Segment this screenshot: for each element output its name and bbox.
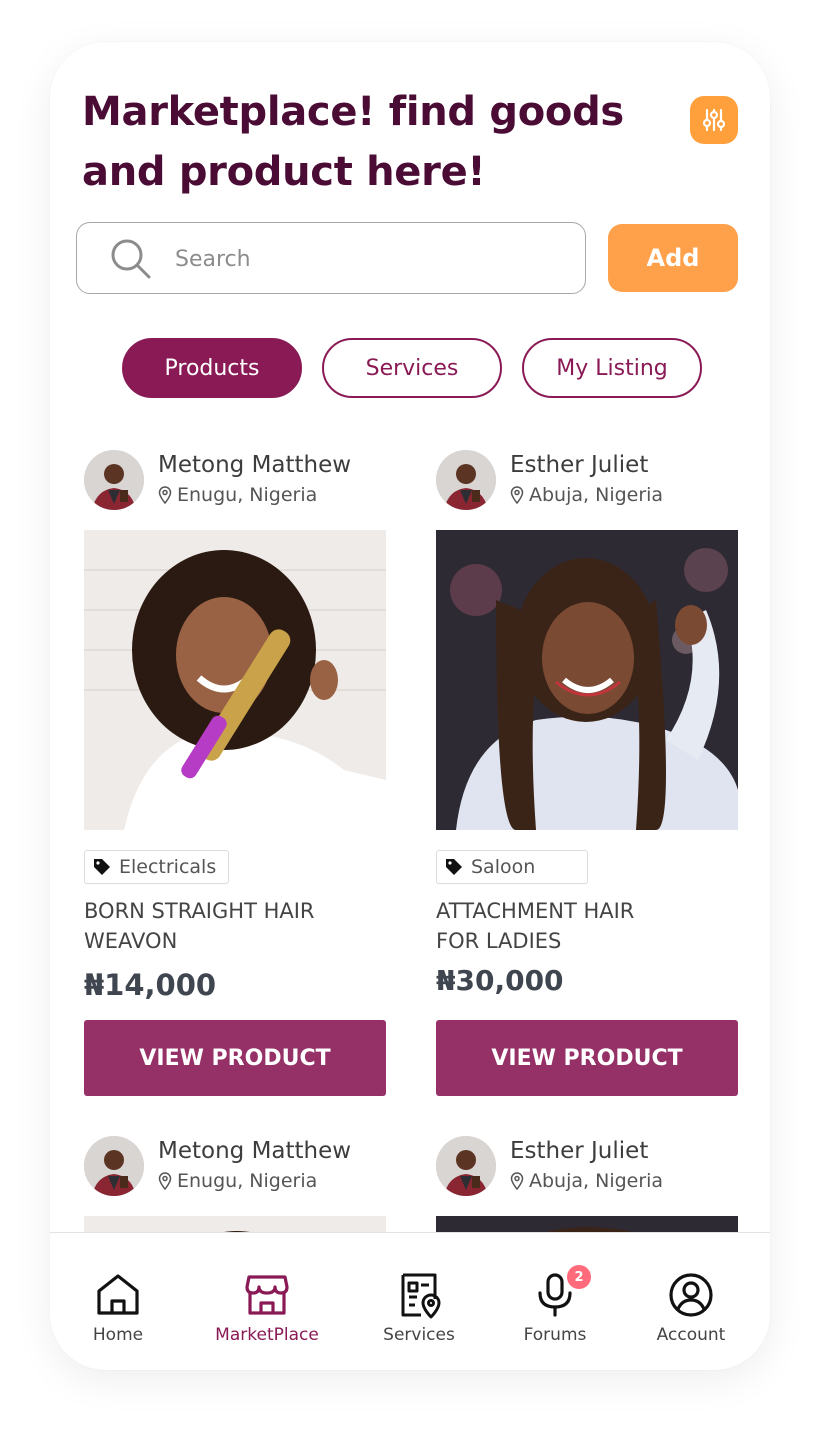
nav-label-home: Home xyxy=(92,1325,144,1345)
seller-name: Metong Matthew xyxy=(158,452,352,478)
view-product-button[interactable]: VIEW PRODUCT xyxy=(436,1020,738,1096)
nav-account[interactable]: Account xyxy=(631,1271,751,1345)
location-pin-icon xyxy=(510,1172,524,1190)
seller-location: Abuja, Nigeria xyxy=(510,484,663,506)
filter-sliders-icon xyxy=(702,108,726,132)
location-pin-icon xyxy=(158,486,172,504)
nav-marketplace[interactable]: MarketPlace xyxy=(207,1271,327,1345)
location-text: Abuja, Nigeria xyxy=(529,1170,664,1192)
nav-label-marketplace: MarketPlace xyxy=(215,1325,319,1345)
product-price: ₦14,000 xyxy=(84,968,217,1002)
tab-products[interactable]: Products xyxy=(122,338,302,398)
seller-avatar xyxy=(84,1136,144,1196)
page-title: Marketplace! find goods and product here… xyxy=(82,89,624,195)
product-title: BORN STRAIGHT HAIR WEAVON xyxy=(84,899,315,953)
location-text: Abuja, Nigeria xyxy=(529,484,664,506)
services-icon xyxy=(401,1273,441,1319)
product-price: ₦30,000 xyxy=(436,964,564,997)
seller-name: Esther Juliet xyxy=(510,452,649,478)
product-image[interactable] xyxy=(436,530,738,830)
notification-badge: 2 xyxy=(567,1265,591,1289)
bottom-navigation: Home MarketPlace Services 2 Forums Accou… xyxy=(50,1232,770,1370)
category-label: Electricals xyxy=(119,856,217,878)
tag-icon xyxy=(94,859,110,875)
seller-name: Metong Matthew xyxy=(158,1138,352,1164)
location-text: Enugu, Nigeria xyxy=(177,484,318,506)
nav-label-account: Account xyxy=(656,1325,726,1345)
add-button[interactable]: Add xyxy=(608,224,738,292)
nav-services[interactable]: Services xyxy=(359,1271,479,1345)
nav-home[interactable]: Home xyxy=(58,1271,178,1345)
tab-my-listing[interactable]: My Listing xyxy=(522,338,702,398)
seller-location: Abuja, Nigeria xyxy=(510,1170,663,1192)
filter-button[interactable] xyxy=(690,96,738,144)
product-image[interactable] xyxy=(84,530,386,830)
account-icon xyxy=(669,1273,713,1317)
product-title: ATTACHMENT HAIR FOR LADIES xyxy=(436,899,635,953)
seller-avatar xyxy=(436,1136,496,1196)
seller-name: Esther Juliet xyxy=(510,1138,649,1164)
view-product-button[interactable]: VIEW PRODUCT xyxy=(84,1020,386,1096)
marketplace-screen: Marketplace! find goods and product here… xyxy=(50,42,770,1370)
location-pin-icon xyxy=(158,1172,172,1190)
category-tag: Electricals xyxy=(84,850,230,884)
search-icon xyxy=(111,239,151,279)
nav-forums[interactable]: 2 Forums xyxy=(495,1265,615,1345)
tab-services[interactable]: Services xyxy=(322,338,502,398)
home-icon xyxy=(97,1274,139,1315)
location-text: Enugu, Nigeria xyxy=(177,1170,318,1192)
category-tag: Saloon xyxy=(436,850,589,884)
seller-location: Enugu, Nigeria xyxy=(158,484,317,506)
category-label: Saloon xyxy=(471,856,536,878)
location-pin-icon xyxy=(510,486,524,504)
seller-avatar xyxy=(84,450,144,510)
search-input[interactable] xyxy=(173,241,557,277)
store-icon xyxy=(245,1275,289,1315)
search-bar[interactable] xyxy=(76,222,586,294)
seller-avatar xyxy=(436,450,496,510)
nav-label-services: Services xyxy=(383,1325,455,1345)
tag-icon xyxy=(446,859,462,875)
nav-label-forums: Forums xyxy=(523,1325,587,1345)
seller-location: Enugu, Nigeria xyxy=(158,1170,317,1192)
